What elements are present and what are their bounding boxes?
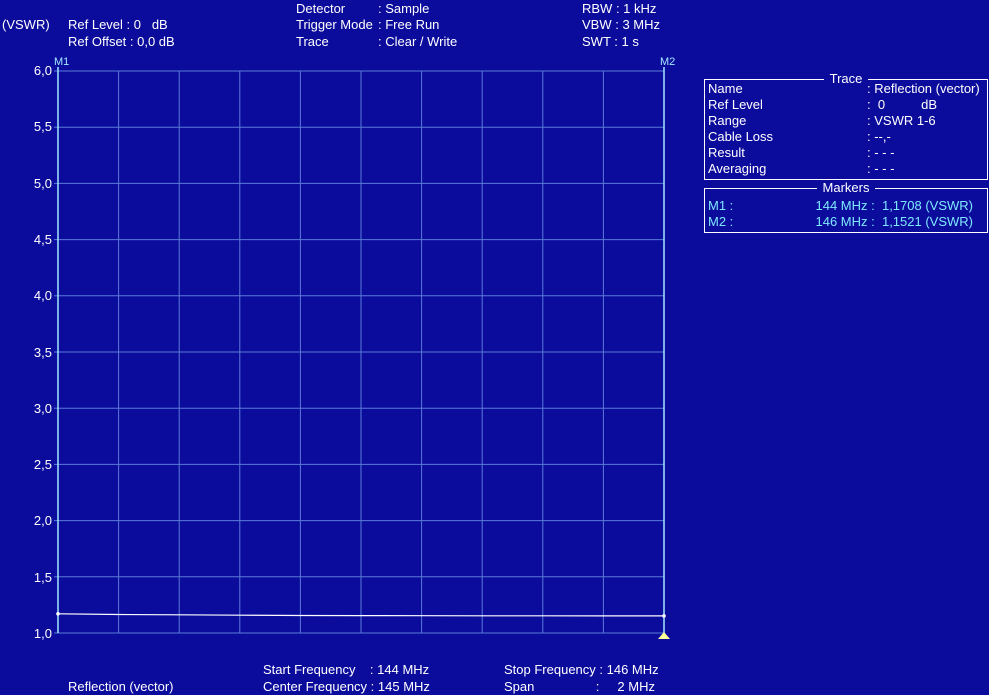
trace-info-row: Name : Reflection (vector) bbox=[708, 81, 984, 97]
trace-info-key: Name bbox=[708, 81, 743, 96]
marker-m1-label[interactable]: M1 bbox=[54, 57, 69, 68]
trace-info-key: Result bbox=[708, 145, 745, 160]
start-frequency-readout: Start Frequency : 144 MHz bbox=[263, 662, 430, 677]
trace-info-value: : 0 dB bbox=[867, 97, 938, 112]
trace-info-row: Range : VSWR 1-6 bbox=[708, 113, 984, 129]
markers-panel-title: Markers bbox=[816, 180, 876, 195]
trace-info-row: Cable Loss : --,- bbox=[708, 129, 984, 145]
marker-value: 146 MHz : 1,1521 (VSWR) bbox=[815, 214, 974, 229]
trace-info-value: : --,- bbox=[867, 129, 891, 144]
trace-info-row: Result : - - - bbox=[708, 145, 984, 161]
trace-info-value: : Reflection (vector) bbox=[867, 81, 980, 96]
marker-key: M2 : bbox=[708, 214, 734, 229]
trace-info-row: Averaging : - - - bbox=[708, 161, 984, 177]
trace-info-panel: Trace Name: Reflection (vector) Ref Leve… bbox=[704, 71, 988, 180]
trace-info-row: Ref Level : 0 dB bbox=[708, 97, 984, 113]
stop-frequency-readout: Stop Frequency : 146 MHz bbox=[504, 662, 659, 677]
trace-info-value: : VSWR 1-6 bbox=[867, 113, 936, 128]
trace-info-key: Averaging bbox=[708, 161, 767, 176]
trace-info-key: Range bbox=[708, 113, 747, 128]
marker-row-m2[interactable]: M2 : 146 MHz : 1,1521 (VSWR) bbox=[708, 214, 973, 230]
measurement-mode-label: Reflection (vector) bbox=[68, 679, 174, 694]
center-frequency-readout: Center Frequency : 145 MHz bbox=[263, 679, 430, 694]
trace-info-key: Cable Loss bbox=[708, 129, 774, 144]
span-readout: Span : 2 MHz bbox=[504, 679, 655, 694]
marker-row-m1[interactable]: M1 : 144 MHz : 1,1708 (VSWR) bbox=[708, 198, 973, 214]
trace-info-value: : - - - bbox=[867, 145, 895, 160]
markers-panel: Markers M1 : 144 MHz : 1,1708 (VSWR) M2 :… bbox=[704, 180, 988, 233]
trace-info-key: Ref Level bbox=[708, 97, 763, 112]
marker-value: 144 MHz : 1,1708 (VSWR) bbox=[815, 198, 974, 213]
marker-m2-label[interactable]: M2 bbox=[660, 57, 675, 68]
trace-info-value: : - - - bbox=[867, 161, 895, 176]
marker-key: M1 : bbox=[708, 198, 734, 213]
